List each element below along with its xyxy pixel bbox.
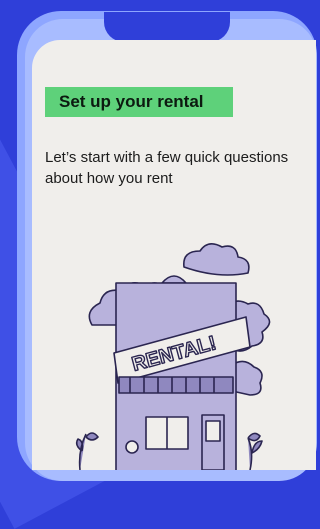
roof-dome	[161, 275, 187, 284]
plant-right	[247, 432, 263, 470]
phone-notch	[104, 12, 230, 42]
house-illustration: RENTAL!	[75, 243, 271, 470]
page-title: Set up your rental	[45, 87, 233, 117]
cloud-top	[183, 243, 250, 276]
phone-screen: Set up your rental Let’s start with a fe…	[32, 40, 316, 470]
plant-left	[75, 432, 99, 470]
pot	[125, 440, 139, 454]
balcony	[118, 376, 234, 394]
page-subtitle: Let’s start with a few quick questions a…	[45, 149, 289, 187]
